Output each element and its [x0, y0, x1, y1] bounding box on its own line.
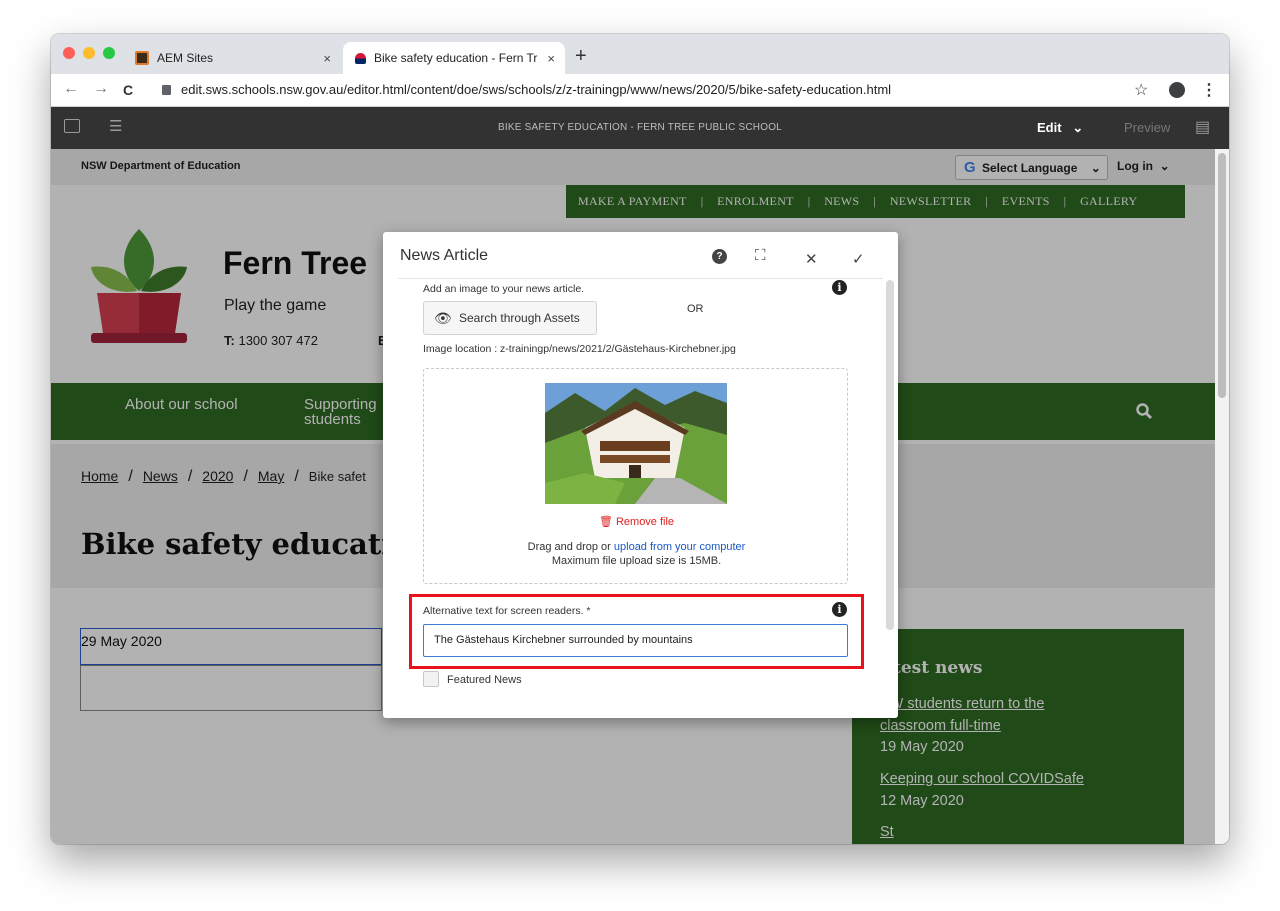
max-upload-size: Maximum file upload size is 15MB.	[551, 555, 722, 567]
page-scrollbar-thumb[interactable]	[1218, 153, 1226, 398]
nsw-favicon-icon	[355, 52, 366, 64]
annotations-icon[interactable]: ▤	[1195, 117, 1210, 137]
fullscreen-icon[interactable]: ⛶	[755, 247, 766, 264]
binoculars-icon: 👁	[434, 310, 452, 326]
search-assets-button[interactable]: 👁 Search through Assets	[423, 301, 597, 335]
featured-news-label: Featured News	[447, 674, 522, 686]
dialog-header-divider	[398, 278, 883, 279]
trash-icon: 🗑	[598, 516, 613, 528]
aem-favicon-icon	[135, 51, 149, 65]
reload-button[interactable]: C	[123, 82, 133, 98]
edit-mode-button[interactable]: Edit ⌄	[1037, 120, 1083, 136]
forward-button[interactable]: →	[93, 80, 109, 98]
new-tab-button[interactable]: +	[575, 45, 587, 68]
address-bar: ← → C edit.sws.schools.nsw.gov.au/editor…	[51, 74, 1229, 107]
tab-label: AEM Sites	[157, 51, 214, 65]
zoom-window-button[interactable]	[103, 47, 115, 59]
tab-aem-sites[interactable]: AEM Sites ×	[123, 42, 341, 74]
tab-bar: AEM Sites × Bike safety education - Fern…	[51, 34, 1229, 74]
page-scrollbar[interactable]	[1215, 149, 1229, 844]
browser-menu-icon[interactable]: ⋮	[1201, 80, 1217, 100]
confirm-icon[interactable]: ✓	[852, 250, 865, 268]
close-window-button[interactable]	[63, 47, 75, 59]
or-label: OR	[687, 303, 704, 315]
tab-close-icon[interactable]: ×	[323, 51, 331, 66]
edit-label: Edit	[1037, 120, 1062, 135]
minimize-window-button[interactable]	[83, 47, 95, 59]
alt-text-label: Alternative text for screen readers. *	[423, 605, 591, 617]
drag-drop-text: Drag and drop or	[527, 541, 611, 553]
remove-file-label: Remove file	[615, 516, 675, 528]
featured-news-checkbox[interactable]	[423, 671, 439, 687]
help-icon[interactable]: ?	[712, 249, 727, 264]
image-thumbnail	[545, 383, 727, 504]
preview-button[interactable]: Preview	[1124, 120, 1170, 135]
info-icon[interactable]: i	[832, 602, 847, 617]
aem-toolbar: ☰ BIKE SAFETY EDUCATION - FERN TREE PUBL…	[51, 107, 1229, 149]
alt-text-input[interactable]: The Gästehaus Kirchebner surrounded by m…	[423, 624, 848, 657]
remove-file-button[interactable]: 🗑 Remove file	[424, 515, 849, 528]
close-icon[interactable]: ✕	[805, 250, 818, 268]
tab-label: Bike safety education - Fern Tr	[374, 51, 538, 65]
tab-close-icon[interactable]: ×	[547, 51, 555, 66]
chevron-down-icon: ⌄	[1072, 120, 1084, 135]
back-button[interactable]: ←	[63, 80, 79, 98]
news-article-dialog: News Article ? ⛶ ✕ ✓ Add an image to you…	[383, 232, 898, 718]
lock-icon	[162, 85, 171, 95]
tab-bike-safety[interactable]: Bike safety education - Fern Tr ×	[343, 42, 565, 74]
profile-icon[interactable]	[1169, 82, 1185, 98]
bookmark-star-icon[interactable]: ☆	[1134, 80, 1148, 100]
url-text: edit.sws.schools.nsw.gov.au/editor.html/…	[181, 82, 892, 97]
dialog-title: News Article	[400, 247, 489, 264]
image-location: Image location : z-trainingp/news/2021/2…	[423, 343, 736, 355]
dialog-scrollbar[interactable]	[886, 280, 894, 630]
search-assets-label: Search through Assets	[459, 311, 580, 325]
upload-link[interactable]: upload from your computer	[614, 541, 745, 553]
info-icon[interactable]: i	[832, 280, 847, 295]
image-dropzone[interactable]: 🗑 Remove file Drag and drop or upload fr…	[423, 368, 848, 584]
url-field[interactable]: edit.sws.schools.nsw.gov.au/editor.html/…	[162, 82, 891, 97]
dropzone-instructions: Drag and drop or upload from your comput…	[424, 541, 849, 553]
image-field-label: Add an image to your news article.	[423, 283, 585, 295]
